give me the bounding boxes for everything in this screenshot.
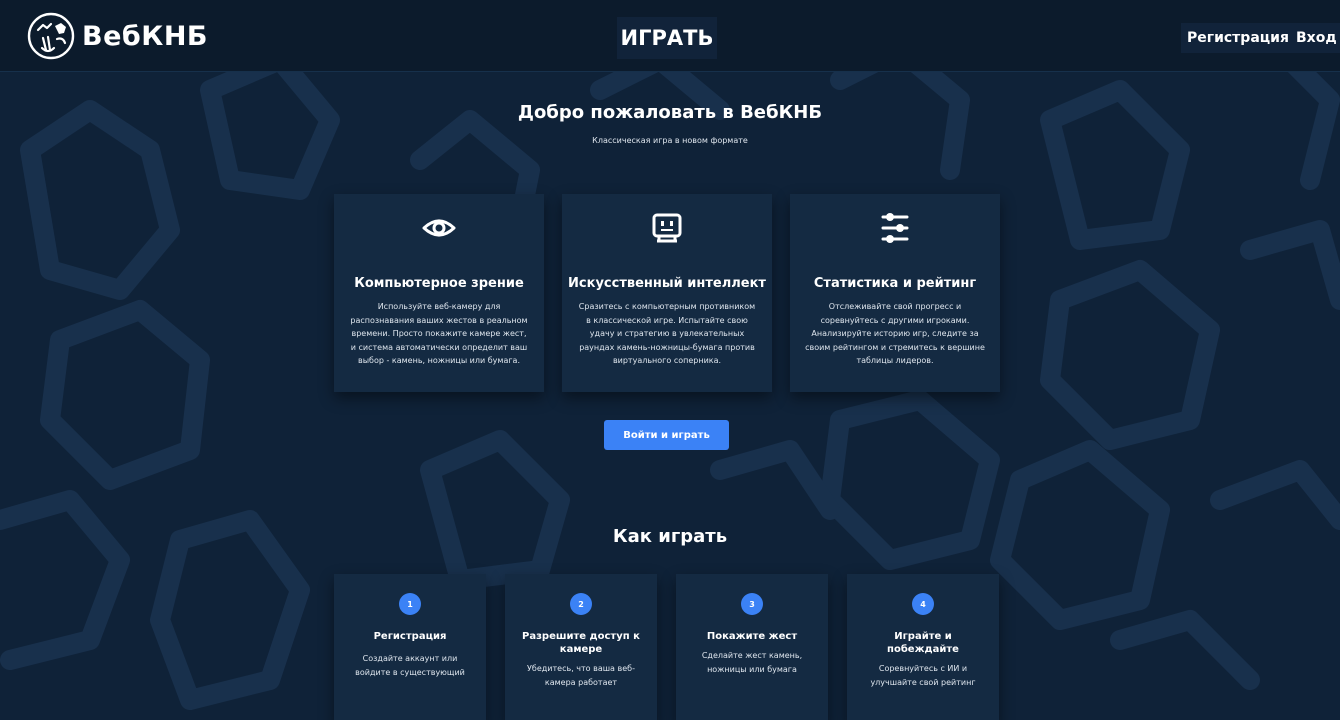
sliders-icon [881, 213, 909, 243]
feature-title: Искусственный интеллект [568, 276, 766, 291]
step-text: Создайте аккаунт или войдите в существую… [355, 654, 465, 677]
step-text: Соревнуйтесь с ИИ и улучшайте свой рейти… [870, 664, 976, 687]
login-and-play-button[interactable]: Войти и играть [604, 420, 729, 450]
landing-page: ВебКНБ ИГРАТЬ Регистрация Вход Добро пож… [0, 0, 1340, 720]
feature-card-vision: Компьютерное зрение Используйте веб-каме… [334, 194, 544, 392]
feature-text: Отслеживайте свой прогресс и соревнуйтес… [805, 302, 985, 365]
step-number: 3 [741, 593, 763, 615]
step-title: Играйте и побеждайте [887, 631, 959, 655]
step-text: Убедитесь, что ваша веб-камера работает [527, 664, 635, 687]
step-title: Покажите жест [706, 631, 798, 642]
hero-title: Добро пожаловать в ВебКНБ [517, 102, 823, 123]
feature-text: Используйте веб-камеру для распознавания… [350, 302, 528, 365]
feature-card-ai: Искусственный интеллект Сразитесь с комп… [562, 194, 772, 392]
top-header: ВебКНБ ИГРАТЬ Регистрация Вход [0, 0, 1340, 72]
step-title: Регистрация [373, 631, 447, 642]
step-card-3: 3 Покажите жест Сделайте жест камень, но… [676, 574, 828, 720]
feature-text: Сразитесь с компьютерным противником в к… [578, 302, 756, 365]
robot-icon [652, 213, 682, 243]
feature-title: Статистика и рейтинг [813, 276, 977, 291]
logo-hands-icon [27, 12, 75, 60]
register-link[interactable]: Регистрация [1181, 23, 1295, 53]
hero-subtitle: Классическая игра в новом формате [592, 136, 748, 145]
step-number: 1 [399, 593, 421, 615]
how-to-play-title: Как играть [612, 526, 728, 547]
feature-title: Компьютерное зрение [354, 276, 524, 291]
step-card-2: 2 Разрешите доступ к камере Убедитесь, ч… [505, 574, 657, 720]
step-card-4: 4 Играйте и побеждайте Соревнуйтесь с ИИ… [847, 574, 999, 720]
logo-text: ВебКНБ [82, 20, 208, 52]
step-text: Сделайте жест камень, ножницы или бумага [701, 651, 803, 674]
step-number: 4 [912, 593, 934, 615]
step-title: Разрешите доступ к камере [522, 631, 640, 655]
play-button[interactable]: ИГРАТЬ [617, 17, 717, 59]
eye-icon [422, 219, 456, 237]
logo[interactable]: ВебКНБ [26, 12, 208, 60]
login-link[interactable]: Вход [1290, 23, 1340, 53]
step-number: 2 [570, 593, 592, 615]
step-card-1: 1 Регистрация Создайте аккаунт или войди… [334, 574, 486, 720]
feature-card-stats: Статистика и рейтинг Отслеживайте свой п… [790, 194, 1000, 392]
